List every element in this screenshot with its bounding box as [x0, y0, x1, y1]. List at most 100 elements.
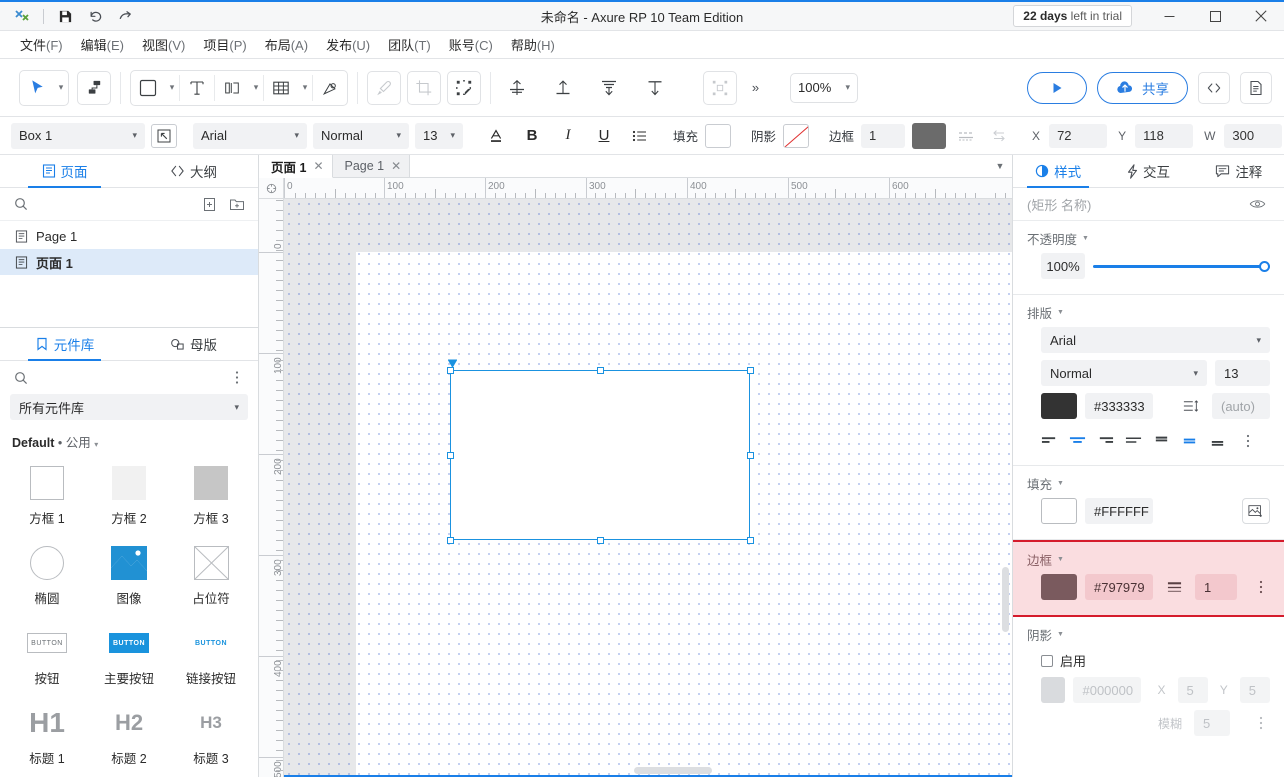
library-item-placeholder[interactable]: 占位符 [170, 535, 252, 615]
canvas-vertical-scrollbar[interactable] [1002, 567, 1009, 632]
axure-logo[interactable] [8, 4, 36, 28]
canvas-viewport[interactable]: 0 100 200 300 400 500 600 [259, 178, 1012, 777]
tab-library[interactable]: 元件库 [0, 328, 129, 360]
transform-icon[interactable] [447, 71, 481, 105]
page-item-page-1[interactable]: Page 1 [0, 223, 258, 249]
distribute-vertical-icon[interactable] [592, 71, 626, 105]
dashed-line-icon[interactable] [953, 123, 979, 149]
border-width-icon[interactable] [1161, 574, 1187, 600]
minimize-button[interactable] [1146, 1, 1192, 32]
table-chevron-down-icon[interactable]: ▾ [298, 71, 312, 105]
text-color-swatch[interactable] [1041, 393, 1077, 419]
widget-name-row[interactable]: (矩形 名称) [1013, 188, 1284, 221]
resize-handle-ne[interactable] [747, 367, 754, 374]
search-icon[interactable] [10, 367, 32, 389]
tab-style[interactable]: 样式 [1013, 155, 1103, 187]
connector-icon[interactable] [77, 71, 111, 105]
opacity-section-title[interactable]: 不透明度 ▼ [1013, 226, 1284, 253]
library-selector[interactable]: 所有元件库 ▾ [10, 394, 248, 420]
y-input[interactable]: 118 [1135, 124, 1193, 148]
menu-layout[interactable]: 布局(A) [256, 32, 317, 57]
shadow-x-input[interactable]: 5 [1178, 677, 1208, 703]
w-input[interactable]: 300 [1224, 124, 1282, 148]
tab-notes[interactable]: 注释 [1194, 155, 1284, 187]
menu-project[interactable]: 项目(P) [194, 32, 255, 57]
align-top-icon[interactable] [1149, 429, 1174, 453]
underline-button[interactable]: U [591, 123, 617, 149]
pointer-box-icon[interactable] [151, 124, 177, 148]
font-family-select[interactable]: Arial ▾ [1041, 327, 1270, 353]
dynamic-panel-chevron-down-icon[interactable]: ▾ [249, 71, 263, 105]
notes-button[interactable] [1240, 72, 1272, 104]
share-button[interactable]: 共享 [1097, 72, 1188, 104]
resize-handle-se[interactable] [747, 537, 754, 544]
border-hex-input[interactable]: #797979 [1085, 574, 1153, 600]
zoom-select[interactable]: 100% ▾ [790, 73, 858, 103]
library-item-box1[interactable]: 方框 1 [6, 455, 88, 535]
toolbar-overflow-button[interactable]: » [741, 73, 769, 103]
border-width-input[interactable]: 1 [861, 124, 905, 148]
border-more-vertical-icon[interactable] [1252, 580, 1270, 594]
vertical-ruler[interactable]: 0 100 200 300 400 500 [259, 199, 284, 777]
fill-hex-input[interactable]: #FFFFFF [1085, 498, 1153, 524]
tab-masters[interactable]: 母版 [129, 328, 258, 360]
resize-handle-e[interactable] [747, 452, 754, 459]
shadow-blur-input[interactable]: 5 [1194, 710, 1230, 736]
italic-button[interactable]: I [555, 123, 581, 149]
page-item-selected[interactable]: 页面 1 [0, 249, 258, 275]
close-button[interactable] [1238, 1, 1284, 32]
canvas-tab-page1[interactable]: Page 1 ✕ [333, 155, 411, 177]
image-fill-icon[interactable] [1242, 498, 1270, 524]
library-item-ellipse[interactable]: 椭圆 [6, 535, 88, 615]
eye-icon[interactable] [1244, 191, 1270, 217]
shadow-y-input[interactable]: 5 [1240, 677, 1270, 703]
typography-section-title[interactable]: 排版 ▼ [1013, 300, 1284, 327]
arrow-style-icon[interactable] [986, 123, 1012, 149]
select-tool-combo[interactable]: ▾ [19, 70, 69, 106]
search-icon[interactable] [10, 193, 32, 215]
align-bottom-icon[interactable] [1205, 429, 1230, 453]
library-item-heading3[interactable]: H3 标题 3 [170, 695, 252, 775]
fill-section-title[interactable]: 填充 ▼ [1013, 471, 1284, 498]
library-item-primary-button[interactable]: BUTTON 主要按钮 [88, 615, 170, 695]
typography-more-vertical-icon[interactable] [1239, 434, 1257, 448]
library-item-link-button[interactable]: BUTTON 链接按钮 [170, 615, 252, 695]
shadow-enable-row[interactable]: 启用 [1013, 649, 1284, 677]
text-color-icon[interactable] [483, 123, 509, 149]
font-size-select[interactable]: 13 ▾ [415, 123, 463, 149]
text-icon[interactable] [180, 71, 214, 105]
shadow-section-title[interactable]: 阴影 ▼ [1013, 622, 1284, 649]
fill-color-swatch[interactable] [1041, 498, 1077, 524]
shadow-hex-input[interactable]: #000000 [1073, 677, 1141, 703]
shadow-enable-checkbox[interactable] [1041, 655, 1053, 667]
shadow-swatch-none[interactable] [783, 124, 809, 148]
bullet-list-icon[interactable] [627, 123, 653, 149]
horizontal-ruler[interactable]: 0 100 200 300 400 500 600 [284, 178, 1012, 199]
menu-help[interactable]: 帮助(H) [502, 32, 564, 57]
add-folder-icon[interactable] [226, 193, 248, 215]
tab-outline[interactable]: 大纲 [129, 155, 258, 187]
menu-view[interactable]: 视图(V) [133, 32, 194, 57]
cursor-select-icon[interactable] [20, 71, 54, 105]
library-item-button[interactable]: BUTTON 按钮 [6, 615, 88, 695]
menu-publish[interactable]: 发布(U) [317, 32, 379, 57]
menu-edit[interactable]: 编辑(E) [72, 32, 133, 57]
border-color-swatch[interactable] [912, 123, 946, 149]
rectangle-chevron-down-icon[interactable]: ▾ [165, 71, 179, 105]
shadow-more-vertical-icon[interactable] [1252, 716, 1270, 730]
text-color-hex-input[interactable]: #333333 [1085, 393, 1153, 419]
tab-pages[interactable]: 页面 [0, 155, 129, 187]
undo-button[interactable] [81, 4, 109, 28]
font-size-input[interactable]: 13 [1215, 360, 1270, 386]
resize-handle-nw[interactable] [447, 367, 454, 374]
opacity-value-input[interactable]: 100% [1041, 253, 1085, 279]
resize-handle-n[interactable] [597, 367, 604, 374]
fill-swatch[interactable] [705, 124, 731, 148]
pen-icon[interactable] [313, 71, 347, 105]
font-style-select[interactable]: Normal ▾ [1041, 360, 1207, 386]
align-left-icon[interactable] [1037, 429, 1062, 453]
library-item-box3[interactable]: 方框 3 [170, 455, 252, 535]
canvas-grid[interactable] [284, 199, 1012, 777]
menu-team[interactable]: 团队(T) [379, 32, 440, 57]
line-height-icon[interactable] [1178, 393, 1204, 419]
